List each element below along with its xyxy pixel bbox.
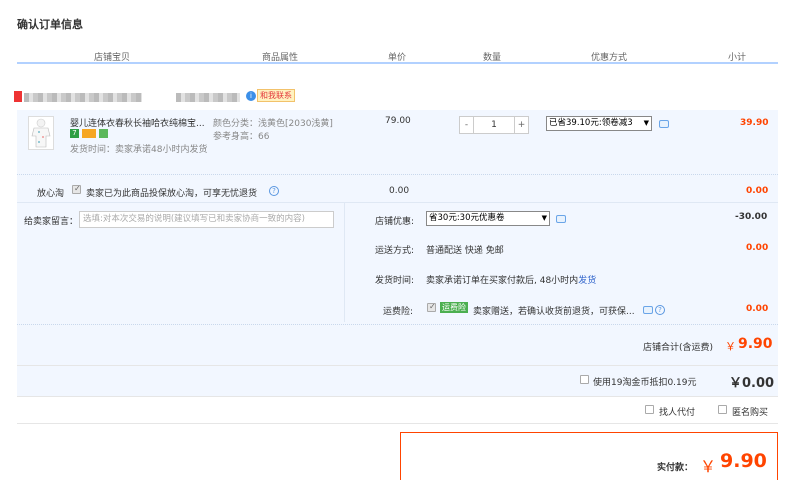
message-label: 给卖家留言： xyxy=(24,217,79,227)
item-subtotal: 39.90 xyxy=(740,118,769,128)
seller-shop-blurred[interactable] xyxy=(176,93,240,102)
freight-insurance-checkbox[interactable] xyxy=(427,302,436,312)
freight-insurance-amount: 0.00 xyxy=(746,304,769,314)
quantity-minus-button[interactable]: - xyxy=(459,116,474,134)
section-divider xyxy=(17,202,778,203)
column-divider xyxy=(344,202,345,322)
item-discount-select[interactable]: 已省39.10元:领卷减3 ▼ xyxy=(546,116,652,131)
quantity-plus-button[interactable]: + xyxy=(514,116,529,134)
coins-amount: ￥0.00 xyxy=(729,376,775,391)
column-header: 小计 xyxy=(727,53,746,63)
quantity-stepper: - 1 + xyxy=(459,116,529,134)
column-header: 优惠方式 xyxy=(590,53,627,63)
anonymous-checkbox[interactable] xyxy=(718,405,727,414)
page-title: 确认订单信息 xyxy=(17,18,83,31)
payment-amount: 9.90 xyxy=(720,450,767,472)
column-header: 单价 xyxy=(387,53,406,63)
service-subtotal: 0.00 xyxy=(746,186,769,196)
payment-label: 实付款： xyxy=(657,463,694,473)
contact-seller-button[interactable]: 和我联系 xyxy=(257,89,295,102)
product-thumbnail[interactable] xyxy=(28,116,54,150)
store-discount-select[interactable]: 省30元:30元优惠卷 ▼ xyxy=(426,211,550,226)
seller-name-blurred[interactable] xyxy=(24,93,142,102)
store-discount-label: 店铺优惠: xyxy=(375,217,415,227)
ship-time-link[interactable]: 发货 xyxy=(578,276,596,286)
item-discount-value: 已省39.10元:领卷减3 xyxy=(549,118,633,128)
shipping-amount: 0.00 xyxy=(746,243,769,253)
column-header: 店铺宝贝 xyxy=(93,53,130,63)
freight-insurance-tag: 运费险 xyxy=(440,302,468,313)
store-total-currency: ￥ xyxy=(725,340,736,353)
proxy-pay-label: 找人代付 xyxy=(659,408,696,418)
chevron-down-icon: ▼ xyxy=(643,119,649,127)
ship-time-label: 发货时间: xyxy=(375,276,415,286)
store-discount-value-amount: -30.00 xyxy=(735,212,768,222)
seven-day-return-icon: 7 xyxy=(70,129,79,138)
column-header: 商品属性 xyxy=(261,53,298,63)
seller-avatar xyxy=(14,91,22,102)
service-checkbox[interactable] xyxy=(72,184,81,194)
help-icon[interactable]: ? xyxy=(655,305,665,315)
proxy-pay-checkbox[interactable] xyxy=(645,405,654,414)
unit-price: 79.00 xyxy=(385,116,411,126)
help-icon[interactable]: ? xyxy=(269,186,279,196)
shipping-label: 运送方式: xyxy=(375,246,415,256)
table-header: 店铺宝贝 商品属性 单价 数量 优惠方式 小计 xyxy=(17,48,778,64)
quantity-input[interactable]: 1 xyxy=(474,116,514,134)
ship-time-value: 卖家承诺订单在买家付款后, 48小时内发货 xyxy=(426,273,596,286)
item-attr-color: 颜色分类：浅黄色[2030浅黄] xyxy=(213,119,333,129)
item-attr-height: 参考身高：66 xyxy=(213,132,270,142)
payment-currency: ￥ xyxy=(700,457,717,476)
service-label: 放心淘 xyxy=(37,189,65,199)
anonymous-label: 匿名购买 xyxy=(732,408,769,418)
store-discount-value: 省30元:30元优惠卷 xyxy=(429,213,505,223)
message-input[interactable]: 选填:对本次交易的说明(建议填写已和卖家协商一致的内容) xyxy=(79,211,334,228)
column-header: 数量 xyxy=(482,53,501,63)
credit-card-icon xyxy=(82,129,96,138)
chevron-down-icon: ▼ xyxy=(541,214,547,222)
coins-checkbox[interactable] xyxy=(580,375,589,384)
guarantee-icon xyxy=(99,129,108,138)
chat-icon[interactable] xyxy=(643,306,653,314)
item-ship-time: 发货时间：卖家承诺48小时内发货 xyxy=(70,145,208,155)
freight-insurance-label: 运费险: xyxy=(383,307,414,317)
store-total-amount: 9.90 xyxy=(738,336,773,352)
store-total-label: 店铺合计(含运费) xyxy=(643,343,714,353)
shipping-value: 普通配送 快递 免邮 xyxy=(426,246,504,256)
service-desc: 卖家已为此商品投保放心淘，可享无忧退货 xyxy=(86,189,258,199)
service-price: 0.00 xyxy=(389,186,410,196)
service-tags: 7 xyxy=(70,128,130,140)
chat-icon[interactable] xyxy=(556,215,566,223)
freight-insurance-desc: 卖家赠送，若确认收货前退货，可获保... xyxy=(473,307,635,317)
coins-label: 使用19淘金币抵扣0.19元 xyxy=(593,378,697,388)
shop-badge-icon: i xyxy=(246,91,256,101)
ship-time-text: 卖家承诺订单在买家付款后, 48小时内 xyxy=(426,276,579,286)
chat-icon[interactable] xyxy=(659,120,669,128)
